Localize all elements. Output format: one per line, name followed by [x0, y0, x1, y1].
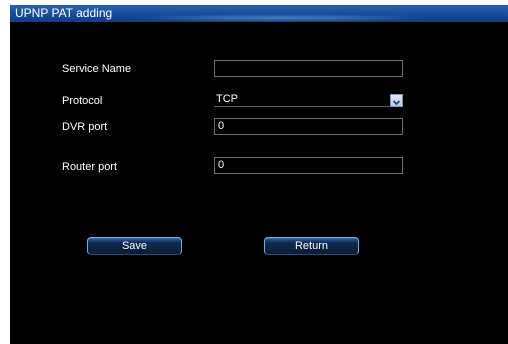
protocol-underline — [214, 106, 390, 107]
dvr-port-label: DVR port — [62, 121, 108, 133]
protocol-label: Protocol — [62, 95, 103, 107]
save-button[interactable]: Save — [87, 237, 182, 255]
service-name-label: Service Name — [62, 63, 132, 75]
title-bar-shine — [130, 14, 430, 22]
upnp-pat-dialog: UPNP PAT adding Service Name Protocol TC… — [10, 5, 508, 344]
dvr-port-field[interactable]: 0 — [214, 118, 403, 135]
window-title: UPNP PAT adding — [15, 6, 113, 20]
protocol-value: TCP — [216, 93, 238, 105]
router-port-field[interactable]: 0 — [214, 157, 403, 174]
chevron-down-glyph — [392, 100, 401, 106]
protocol-select[interactable]: TCP — [214, 91, 390, 107]
title-bar: UPNP PAT adding — [10, 5, 508, 22]
return-button[interactable]: Return — [264, 237, 359, 255]
service-name-field[interactable] — [214, 60, 403, 77]
chevron-down-icon[interactable] — [390, 94, 403, 107]
router-port-label: Router port — [62, 161, 118, 173]
